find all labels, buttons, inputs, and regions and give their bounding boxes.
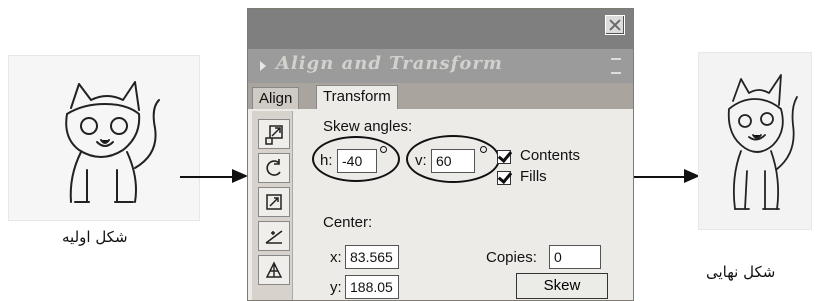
tab-transform[interactable]: Transform — [316, 85, 398, 111]
right-caption: شکل نهایی — [706, 263, 776, 281]
flip-icon[interactable] — [258, 187, 290, 217]
y-center-field[interactable]: 188.05 — [345, 275, 399, 299]
highlight-oval-v — [406, 135, 500, 183]
tool-column — [252, 111, 293, 300]
highlight-oval-h — [312, 136, 400, 182]
center-label: Center: — [323, 214, 373, 231]
cat-drawing-left — [65, 81, 160, 203]
original-cat-image — [8, 55, 200, 221]
left-caption: شکل اولیه — [62, 228, 128, 246]
contents-checkbox[interactable] — [497, 150, 511, 164]
rotate-icon[interactable] — [258, 153, 290, 183]
y-label: y: — [330, 279, 342, 296]
contents-label: Contents — [520, 147, 581, 164]
arrow-left-icon — [232, 169, 248, 183]
x-center-field[interactable]: 83.565 — [345, 245, 399, 269]
close-icon[interactable] — [605, 15, 625, 35]
transformed-cat-image — [698, 52, 812, 230]
window-titlebar — [248, 9, 633, 49]
tab-align[interactable]: Align — [252, 87, 300, 109]
cat-drawing-right — [727, 74, 798, 210]
copies-field[interactable]: 0 — [549, 245, 601, 269]
x-label: x: — [330, 249, 342, 266]
copies-label: Copies: — [486, 249, 537, 266]
skew-icon[interactable] — [258, 221, 290, 251]
arrow-left-line — [180, 176, 234, 178]
fills-checkbox[interactable] — [497, 171, 511, 185]
tab-strip — [248, 83, 633, 109]
menu-icon[interactable] — [611, 58, 621, 74]
distort-icon[interactable] — [258, 255, 290, 285]
scale-icon[interactable] — [258, 119, 290, 149]
panel-title: Align and Transform — [276, 53, 503, 74]
arrow-right-line — [634, 176, 686, 178]
skew-button[interactable]: Skew — [516, 273, 608, 299]
align-transform-panel: Align and Transform Align Transform Skew… — [247, 8, 634, 301]
skew-angles-label: Skew angles: — [323, 118, 413, 135]
fills-label: Fills — [520, 168, 547, 185]
collapse-arrow-icon[interactable] — [260, 61, 266, 71]
